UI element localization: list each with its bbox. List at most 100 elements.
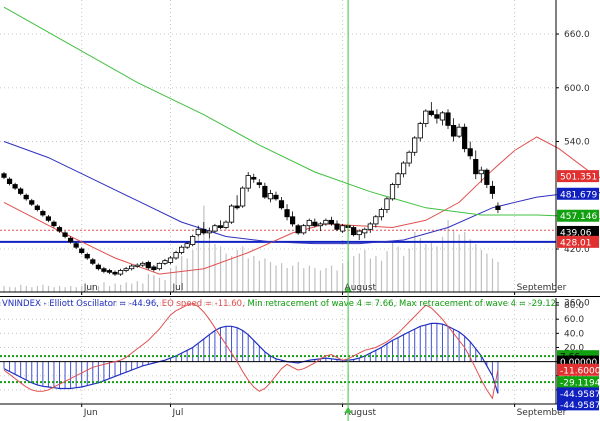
osc-tick-label: 60.0 bbox=[564, 315, 584, 325]
svg-text:-11.6000: -11.6000 bbox=[560, 366, 600, 376]
volume-bar bbox=[342, 263, 344, 292]
volume-bar bbox=[208, 238, 211, 292]
price-value-badge: 428.01 bbox=[557, 235, 599, 248]
date-tick-label: August bbox=[345, 283, 377, 293]
chart-root: 660.0600.0540.0420.0360.0Jun Jul August Sep… bbox=[0, 0, 600, 421]
candle bbox=[389, 182, 396, 201]
volume-bar bbox=[275, 265, 277, 292]
volume-bar bbox=[392, 241, 394, 292]
volume-bar bbox=[447, 220, 449, 292]
volume-bar bbox=[436, 246, 438, 292]
volume-bar bbox=[53, 287, 55, 292]
volume-bar bbox=[408, 248, 410, 292]
volume-bar bbox=[419, 238, 421, 292]
volume-bar bbox=[131, 283, 133, 292]
legend-entry: EO speed = -11.60, bbox=[162, 299, 248, 309]
volume-bar bbox=[264, 258, 266, 292]
price-value-badge: 501.351 bbox=[557, 170, 599, 183]
volume-bar bbox=[247, 258, 249, 292]
volume-bar bbox=[475, 244, 477, 292]
osc-date-tick-label: Jul bbox=[172, 408, 184, 418]
chart-background bbox=[0, 0, 600, 421]
volume-bar bbox=[319, 270, 322, 292]
volume-bar bbox=[336, 270, 338, 292]
date-tick-label: Jul bbox=[172, 283, 184, 293]
price-tick-label: 660.0 bbox=[564, 30, 590, 40]
volume-bar bbox=[480, 250, 482, 292]
osc-value-badge: -29.1194 bbox=[557, 376, 600, 389]
volume-bar bbox=[225, 253, 227, 292]
volume-bar bbox=[453, 229, 455, 292]
volume-bar bbox=[242, 246, 244, 292]
volume-bar bbox=[269, 262, 272, 292]
volume-bar bbox=[292, 265, 294, 292]
volume-bar bbox=[486, 253, 488, 292]
candle bbox=[462, 123, 468, 153]
volume-bar bbox=[97, 286, 100, 292]
svg-text:-29.1194: -29.1194 bbox=[560, 379, 600, 389]
volume-bar bbox=[136, 281, 138, 292]
svg-text:428.01: 428.01 bbox=[560, 238, 592, 248]
volume-bar bbox=[120, 284, 122, 292]
volume-bar bbox=[142, 283, 144, 292]
candle bbox=[228, 204, 235, 224]
volume-bar bbox=[397, 246, 399, 292]
candle bbox=[295, 223, 301, 235]
volume-bar bbox=[203, 205, 205, 292]
volume-bar bbox=[258, 260, 260, 292]
price-tick-label: 600.0 bbox=[564, 84, 590, 94]
volume-bar bbox=[281, 263, 283, 292]
price-value-badge: 457.146 bbox=[557, 209, 599, 222]
volume-bar bbox=[81, 286, 83, 292]
osc-tick-label: 80.0 bbox=[564, 301, 584, 311]
panel-separator bbox=[0, 296, 600, 297]
volume-bar bbox=[36, 286, 38, 292]
volume-bar bbox=[59, 286, 61, 292]
osc-value-badge: -11.6000 bbox=[557, 363, 600, 376]
candle bbox=[240, 186, 246, 208]
date-tick-label: September bbox=[517, 283, 567, 293]
volume-bar bbox=[108, 286, 111, 292]
volume-bar bbox=[147, 274, 149, 292]
volume-bar bbox=[64, 287, 66, 292]
volume-bar bbox=[286, 268, 288, 292]
volume-bar bbox=[231, 256, 233, 292]
volume-bar bbox=[192, 250, 194, 292]
volume-bar bbox=[425, 244, 427, 292]
volume-bar bbox=[103, 282, 105, 292]
legend-entry: VNINDEX - Elliott Oscillator = -44.96, bbox=[2, 299, 162, 309]
volume-bar bbox=[31, 287, 33, 292]
svg-text:-44.9587: -44.9587 bbox=[560, 401, 600, 411]
osc-tick-label: 40.0 bbox=[564, 329, 584, 339]
volume-bar bbox=[308, 265, 310, 292]
svg-text:481.679: 481.679 bbox=[560, 190, 597, 200]
volume-bar bbox=[125, 282, 127, 292]
oscillator-legend: VNINDEX - Elliott Oscillator = -44.96, E… bbox=[2, 299, 556, 309]
volume-bar bbox=[330, 265, 333, 292]
volume-bar bbox=[297, 262, 299, 292]
volume-bar bbox=[14, 287, 16, 292]
volume-bar bbox=[325, 268, 327, 292]
candle bbox=[190, 234, 196, 247]
osc-value-badge: -44.9587 bbox=[557, 398, 600, 411]
volume-bar bbox=[491, 258, 494, 292]
volume-bar bbox=[497, 262, 499, 292]
volume-bar bbox=[170, 268, 172, 292]
volume-bar bbox=[47, 286, 50, 292]
candle bbox=[351, 225, 357, 237]
price-value-badge: 481.679 bbox=[557, 187, 599, 200]
svg-text:457.146: 457.146 bbox=[560, 212, 597, 222]
svg-text:501.351: 501.351 bbox=[560, 173, 597, 183]
volume-bar bbox=[153, 275, 155, 292]
volume-bar bbox=[158, 277, 161, 292]
volume-bar bbox=[441, 236, 444, 292]
volume-bar bbox=[20, 284, 22, 292]
volume-bar bbox=[314, 268, 316, 292]
volume-bar bbox=[303, 268, 305, 292]
volume-bar bbox=[75, 287, 77, 292]
volume-bar bbox=[25, 286, 27, 292]
volume-bar bbox=[186, 258, 188, 292]
volume-bar bbox=[197, 234, 199, 292]
price-tick-label: 540.0 bbox=[564, 138, 590, 148]
volume-bar bbox=[386, 251, 388, 292]
